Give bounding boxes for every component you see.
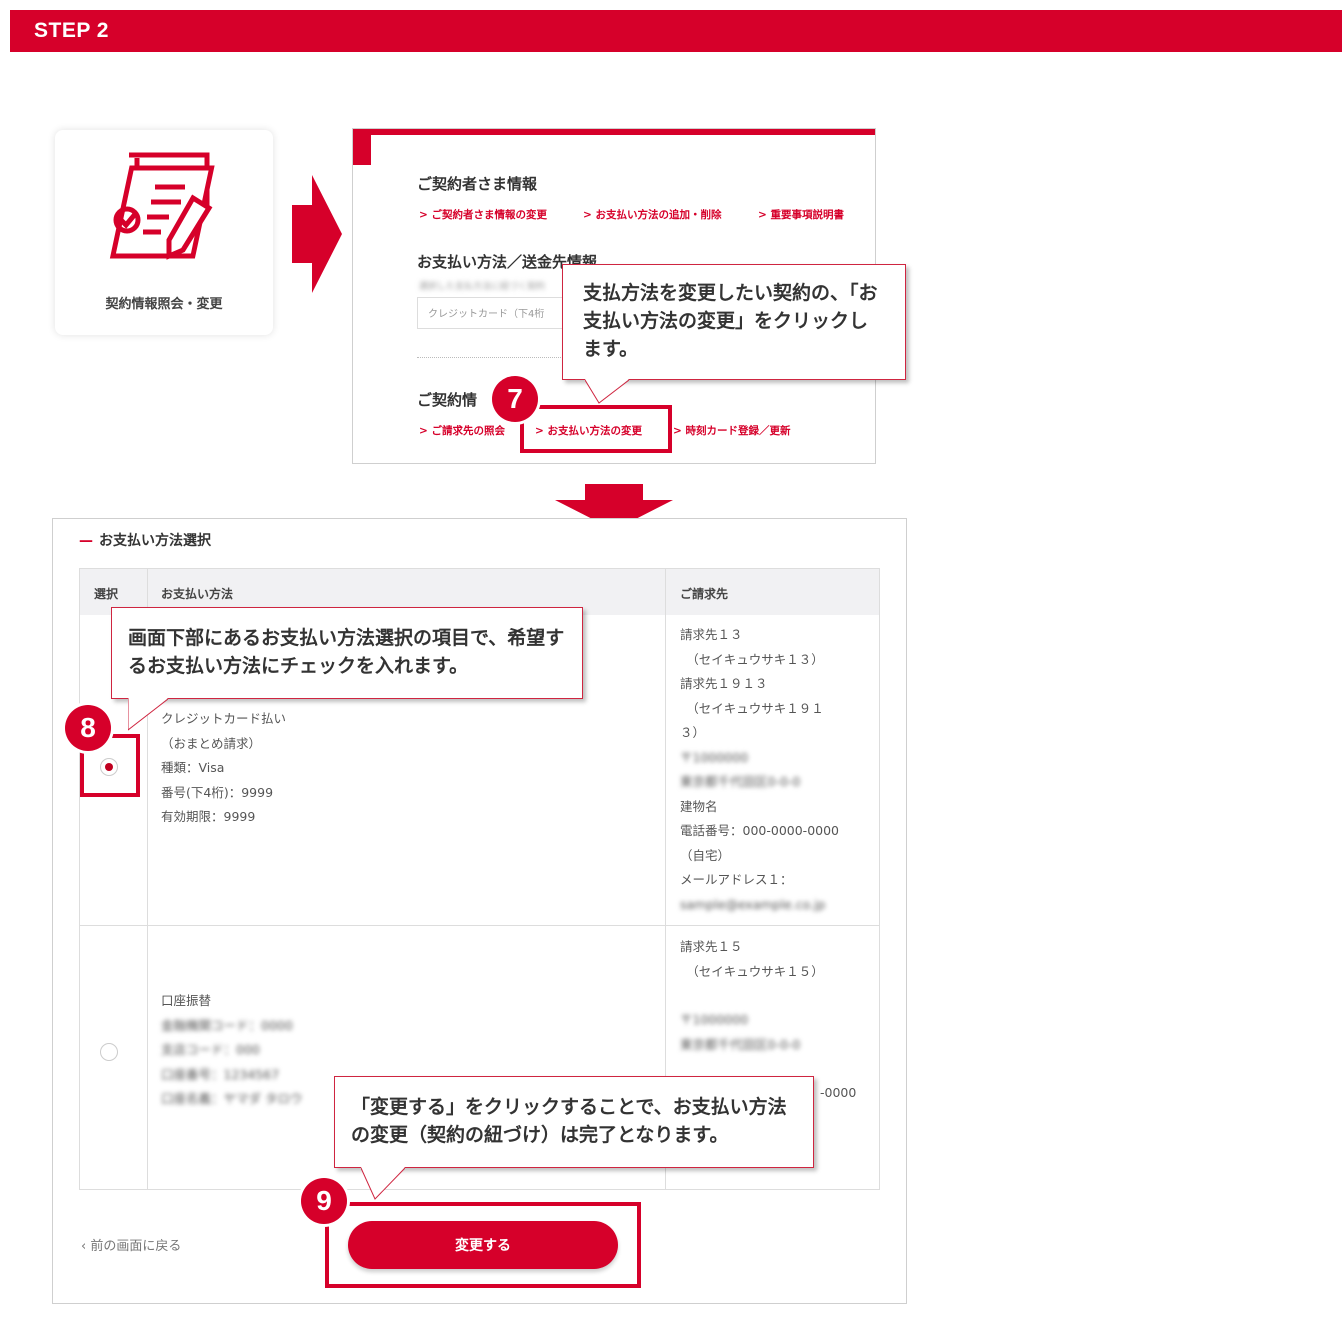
- title-dash: —: [79, 533, 93, 549]
- callout-7-tail: [585, 379, 629, 404]
- method-line: 種類：Visa: [161, 760, 225, 775]
- callout-8: 画面下部にあるお支払い方法選択の項目で、希望するお支払い方法にチェックを入れます…: [111, 607, 583, 731]
- method-line: クレジットカード払い: [161, 711, 287, 726]
- step-badge-9: 9: [301, 1178, 347, 1224]
- method-line: 口座名義：ヤマダ タロウ: [161, 1091, 303, 1106]
- screen-top-accent: [353, 129, 875, 135]
- billing-line: （セイキュウサキ１５）: [680, 963, 824, 979]
- screen-corner-mask: [371, 135, 387, 165]
- callout-9-text: 「変更する」をクリックすることで、お支払い方法の変更（契約の紐づけ）は完了となり…: [351, 1096, 787, 1146]
- billing-line: （セイキュウサキ１３）: [680, 651, 824, 667]
- method-line: （おまとめ請求）: [161, 735, 262, 751]
- callout-7: 支払方法を変更したい契約の、「お支払い方法の変更」をクリックします。: [562, 264, 906, 404]
- billing-line: 請求先１３: [680, 627, 743, 642]
- billing-line: 電話番号：000-0000-0000: [680, 823, 840, 838]
- customer-info-title: ご契約者さま情報: [417, 175, 538, 193]
- contract-edit-icon: [109, 152, 215, 260]
- billing-line: 東京都千代田区0-0-0: [680, 1036, 801, 1052]
- link-add-remove-payment[interactable]: > お支払い方法の追加・削除: [583, 207, 721, 222]
- link-change-customer-info[interactable]: > ご契約者さま情報の変更: [419, 207, 547, 222]
- callout-9-tail: [361, 1167, 405, 1200]
- link-important-notice[interactable]: > 重要事項説明書: [758, 207, 844, 222]
- method-line: 番号(下4桁)：9999: [161, 784, 274, 800]
- payment-select-title-text: お支払い方法選択: [99, 533, 211, 549]
- callout-8-text: 画面下部にあるお支払い方法選択の項目で、希望するお支払い方法にチェックを入れます…: [128, 627, 565, 677]
- link-card-registration[interactable]: > 時刻カード登録／更新: [673, 423, 790, 438]
- header-method: お支払い方法: [161, 587, 234, 601]
- chevron-left-icon: ‹: [81, 1239, 91, 1254]
- step-label: STEP 2: [34, 19, 109, 42]
- highlight-submit-button: [325, 1202, 641, 1288]
- link-billing-inquiry[interactable]: > ご請求先の照会: [419, 423, 505, 438]
- method-line: 金融機関コード：0000: [161, 1017, 293, 1033]
- billing-line: 請求先１５: [680, 939, 743, 954]
- step-badge-8: 8: [65, 705, 111, 751]
- billing-line: （自宅）: [680, 847, 731, 863]
- callout-9: 「変更する」をクリックすることで、お支払い方法の変更（契約の紐づけ）は完了となり…: [334, 1076, 814, 1200]
- radio-bank-transfer[interactable]: [100, 1043, 118, 1061]
- payment-select-title: — お支払い方法選択: [79, 530, 211, 550]
- billing-line: 請求先１９１３: [680, 676, 768, 691]
- contract-menu-label: 契約情報照会・変更: [105, 297, 223, 312]
- payment-method-field[interactable]: クレジットカード（下4桁: [417, 297, 577, 329]
- billing-line: 建物名: [680, 798, 718, 814]
- billing-line: sample@example.co.jp: [680, 896, 826, 912]
- method-line: 支店コード：000: [161, 1042, 260, 1057]
- back-link[interactable]: ‹ 前の画面に戻る: [81, 1235, 181, 1254]
- callout-7-text: 支払方法を変更したい契約の、「お支払い方法の変更」をクリックします。: [583, 282, 878, 360]
- billing-line: ３）: [680, 725, 706, 740]
- billing-cell: 請求先１３ （セイキュウサキ１３） 請求先１９１３ （セイキュウサキ１９１ ３）…: [680, 623, 839, 917]
- billing-line: 〒1000000: [680, 1012, 749, 1027]
- arrow-right-icon: [292, 175, 342, 293]
- contract-menu-card[interactable]: 契約情報照会・変更: [55, 130, 273, 335]
- callout-8-tail: [128, 698, 168, 731]
- step-badge-7: 7: [492, 376, 538, 422]
- billing-line: 〒1000000: [680, 749, 749, 765]
- method-line: 有効期限：9999: [161, 809, 256, 824]
- contract-info-title: ご契約情: [417, 391, 478, 409]
- payment-note: 選択した支払方法に紐づく契約: [419, 282, 546, 292]
- table-row: 口座振替 金融機関コード：0000 支店コード：000 口座番号：1234567…: [161, 989, 302, 1112]
- highlight-change-payment-link: [520, 405, 672, 453]
- billing-line: 東京都千代田区0-0-0: [680, 774, 801, 789]
- step-header-bar: [10, 10, 1342, 52]
- header-select: 選択: [94, 587, 119, 601]
- billing-line: メールアドレス１：: [680, 872, 793, 887]
- method-line: 口座振替: [161, 993, 212, 1008]
- back-link-label: 前の画面に戻る: [90, 1239, 182, 1254]
- row-divider: [80, 925, 879, 926]
- screen-corner-accent: [353, 129, 371, 165]
- method-line: 口座番号：1234567: [161, 1066, 280, 1082]
- table-row: クレジットカード払い （おまとめ請求） 種類：Visa 番号(下4桁)：9999…: [161, 707, 286, 830]
- header-billing: ご請求先: [680, 587, 729, 601]
- billing-line: （セイキュウサキ１９１: [680, 700, 824, 716]
